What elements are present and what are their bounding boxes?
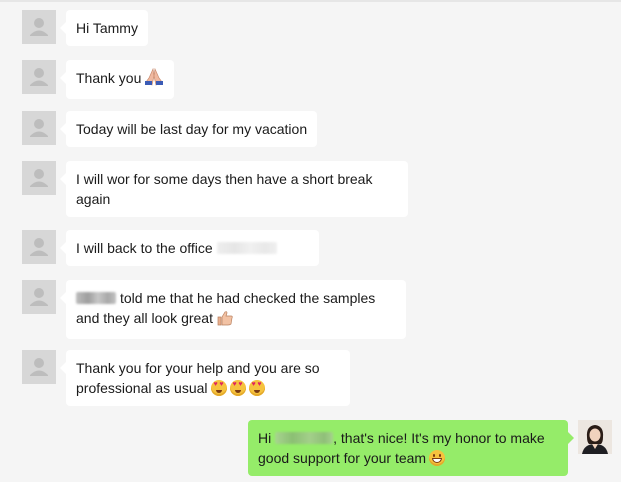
message-bubble[interactable]: Hi Tammy bbox=[60, 10, 148, 46]
folded-hands-icon bbox=[144, 67, 164, 91]
person-placeholder-icon bbox=[30, 119, 48, 137]
contact-avatar[interactable] bbox=[22, 350, 56, 384]
heart-eyes-icon bbox=[229, 380, 246, 396]
grinning-face-icon bbox=[429, 450, 446, 466]
contact-avatar[interactable] bbox=[22, 60, 56, 94]
message-bubble[interactable]: told me that he had checked the samples … bbox=[60, 280, 406, 339]
message-bubble[interactable]: Thank you for your help and you are so p… bbox=[60, 350, 350, 406]
message-text: Thank you bbox=[76, 70, 142, 86]
heart-eyes-icon bbox=[210, 380, 227, 396]
my-message-bubble[interactable]: Hi , that's nice! It's my honor to make … bbox=[248, 420, 574, 476]
person-placeholder-icon bbox=[30, 18, 48, 36]
top-divider bbox=[0, 0, 621, 2]
profile-photo-icon bbox=[578, 420, 612, 454]
message-bubble[interactable]: I will wor for some days then have a sho… bbox=[60, 161, 408, 217]
person-placeholder-icon bbox=[30, 288, 48, 306]
contact-avatar[interactable] bbox=[22, 111, 56, 145]
message-bubble[interactable]: I will back to the office bbox=[60, 230, 319, 266]
redacted-text bbox=[216, 242, 277, 254]
person-placeholder-icon bbox=[30, 169, 48, 187]
message-text: Thank you for your help and you are so p… bbox=[76, 360, 320, 396]
message-text: Hi Tammy bbox=[76, 20, 138, 36]
heart-eyes-icon bbox=[248, 380, 265, 396]
thumbs-up-icon bbox=[216, 310, 234, 331]
person-placeholder-icon bbox=[30, 68, 48, 86]
contact-avatar[interactable] bbox=[22, 230, 56, 264]
contact-avatar[interactable] bbox=[22, 161, 56, 195]
message-bubble[interactable]: Today will be last day for my vacation bbox=[59, 111, 318, 147]
person-placeholder-icon bbox=[30, 238, 48, 256]
message-text: Today will be last day for my vacation bbox=[76, 121, 308, 137]
message-text: I will back to the office bbox=[76, 240, 213, 256]
message-text: I will wor for some days then have a sho… bbox=[76, 171, 373, 207]
person-placeholder-icon bbox=[30, 358, 48, 376]
message-text-prefix: Hi bbox=[258, 430, 276, 446]
contact-avatar[interactable] bbox=[22, 280, 56, 314]
my-avatar[interactable] bbox=[578, 420, 612, 454]
contact-avatar[interactable] bbox=[22, 10, 56, 44]
message-bubble[interactable]: Thank you bbox=[59, 60, 175, 99]
redacted-name bbox=[275, 432, 334, 444]
redacted-name bbox=[76, 292, 116, 304]
